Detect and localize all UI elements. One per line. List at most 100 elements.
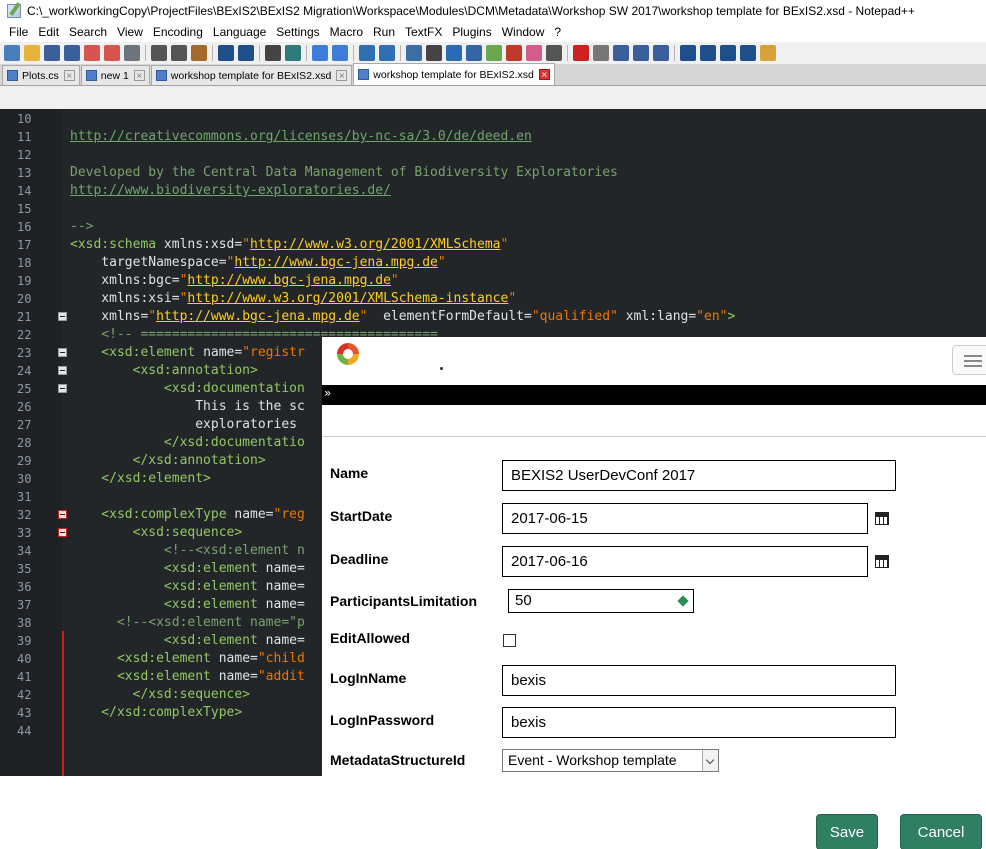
- tab-2[interactable]: workshop template for BExIS2.xsd ×: [150, 65, 353, 85]
- close-icon[interactable]: ×: [336, 70, 348, 81]
- code-line[interactable]: 10: [0, 110, 986, 128]
- code-token: name=: [265, 561, 305, 576]
- tab-0[interactable]: Plots.cs ×: [2, 65, 80, 85]
- hamburger-menu-button[interactable]: [952, 345, 986, 375]
- fold-toggle-icon[interactable]: [58, 384, 67, 393]
- code-line[interactable]: 21 xmlns="http://www.bgc-jena.mpg.de" el…: [0, 308, 986, 326]
- find-icon[interactable]: [265, 45, 281, 61]
- menu-item-macro[interactable]: Macro: [325, 25, 368, 39]
- close-icon[interactable]: [84, 45, 100, 61]
- chevron-down-icon[interactable]: [702, 750, 718, 771]
- folder-icon[interactable]: [526, 45, 542, 61]
- menu-item-file[interactable]: File: [4, 25, 33, 39]
- close-all-icon[interactable]: [104, 45, 120, 61]
- last-icon[interactable]: [740, 45, 756, 61]
- calendar-icon[interactable]: [875, 554, 889, 568]
- close-icon[interactable]: ×: [133, 70, 145, 81]
- save-macro-icon[interactable]: [653, 45, 669, 61]
- doc-map-icon[interactable]: [486, 45, 502, 61]
- code-line[interactable]: 16 -->: [0, 218, 986, 236]
- name-input[interactable]: BEXIS2 UserDevConf 2017: [502, 460, 896, 491]
- fold-toggle-icon[interactable]: [58, 510, 67, 519]
- code-token: name=: [265, 597, 305, 612]
- code-token: </xsd:sequence>: [70, 687, 251, 702]
- line-number: 38: [17, 616, 32, 630]
- down-icon[interactable]: [720, 45, 736, 61]
- code-line[interactable]: 13 Developed by the Central Data Manageme…: [0, 164, 986, 182]
- cancel-button[interactable]: Cancel: [900, 814, 982, 849]
- menu-item-language[interactable]: Language: [208, 25, 271, 39]
- menu-item-help[interactable]: ?: [549, 25, 566, 39]
- undo-icon[interactable]: [218, 45, 234, 61]
- paste-icon[interactable]: [191, 45, 207, 61]
- redo-icon[interactable]: [238, 45, 254, 61]
- tab-1[interactable]: new 1 ×: [80, 65, 150, 85]
- sync-v-icon[interactable]: [359, 45, 375, 61]
- code-token: xmlns:xsd=: [163, 237, 243, 252]
- spinner-arrows-icon[interactable]: [677, 595, 689, 607]
- new-file-icon[interactable]: [4, 45, 20, 61]
- fold-toggle-icon[interactable]: [58, 348, 67, 357]
- start-date-input[interactable]: 2017-06-15: [502, 503, 868, 534]
- menu-item-plugins[interactable]: Plugins: [447, 25, 496, 39]
- indent-guide-icon[interactable]: [446, 45, 462, 61]
- print-icon[interactable]: [124, 45, 140, 61]
- tab-3[interactable]: workshop template for BExIS2.xsd ×: [353, 63, 555, 85]
- cut-icon[interactable]: [151, 45, 167, 61]
- login-name-input[interactable]: bexis: [502, 665, 896, 696]
- code-line[interactable]: 20 xmlns:xsi= "http://www.w3.org/2001/XML…: [0, 290, 986, 308]
- first-icon[interactable]: [680, 45, 696, 61]
- menu-item-settings[interactable]: Settings: [271, 25, 324, 39]
- play-macro-icon[interactable]: [613, 45, 629, 61]
- code-line[interactable]: 12: [0, 146, 986, 164]
- stop-macro-icon[interactable]: [593, 45, 609, 61]
- fold-toggle-icon[interactable]: [58, 312, 67, 321]
- menu-item-textfx[interactable]: TextFX: [400, 25, 447, 39]
- close-icon[interactable]: ×: [538, 69, 550, 80]
- monitor-icon[interactable]: [546, 45, 562, 61]
- sync-h-icon[interactable]: [379, 45, 395, 61]
- deadline-input[interactable]: 2017-06-16: [502, 546, 868, 577]
- save-icon[interactable]: [44, 45, 60, 61]
- code-line[interactable]: 15: [0, 200, 986, 218]
- zoom-in-icon[interactable]: [312, 45, 328, 61]
- record-macro-icon[interactable]: [573, 45, 589, 61]
- save-all-icon[interactable]: [64, 45, 80, 61]
- word-wrap-icon[interactable]: [406, 45, 422, 61]
- up-icon[interactable]: [700, 45, 716, 61]
- menu-item-encoding[interactable]: Encoding: [148, 25, 208, 39]
- code-line[interactable]: 14 http://www.biodiversity-exploratories.…: [0, 182, 986, 200]
- chevron-down-icon[interactable]: »: [324, 385, 331, 401]
- replace-icon[interactable]: [285, 45, 301, 61]
- code-line[interactable]: 17 <xsd:schema xmlns:xsd="http://www.w3.o…: [0, 236, 986, 254]
- login-password-input[interactable]: bexis: [502, 707, 896, 738]
- calendar-icon[interactable]: [875, 511, 889, 525]
- metadata-structure-select[interactable]: Event - Workshop template: [502, 749, 719, 772]
- function-list-icon[interactable]: [506, 45, 522, 61]
- title-bar[interactable]: C:\_work\workingCopy\ProjectFiles\BExIS2…: [0, 0, 986, 22]
- code-line[interactable]: 19 xmlns:bgc= "http://www.bgc-jena.mpg.de…: [0, 272, 986, 290]
- save-button[interactable]: Save: [816, 814, 878, 849]
- open-file-icon[interactable]: [24, 45, 40, 61]
- show-all-chars-icon[interactable]: [426, 45, 442, 61]
- fold-toggle-icon[interactable]: [58, 528, 67, 537]
- copy-icon[interactable]: [171, 45, 187, 61]
- participants-limitation-stepper[interactable]: 50: [508, 589, 694, 613]
- zoom-out-icon[interactable]: [332, 45, 348, 61]
- menu-item-run[interactable]: Run: [368, 25, 400, 39]
- close-icon[interactable]: ×: [63, 70, 75, 81]
- compare-icon[interactable]: [760, 45, 776, 61]
- code-token: name=: [265, 633, 305, 648]
- code-line[interactable]: 18 targetNamespace= "http://www.bgc-jena.…: [0, 254, 986, 272]
- code-token: "child: [257, 651, 305, 666]
- fold-toggle-icon[interactable]: [58, 366, 67, 375]
- menu-item-view[interactable]: View: [112, 25, 148, 39]
- menu-item-window[interactable]: Window: [497, 25, 550, 39]
- code-line[interactable]: 11 http://creativecommons.org/licenses/by…: [0, 128, 986, 146]
- menu-item-edit[interactable]: Edit: [33, 25, 64, 39]
- run-multiple-icon[interactable]: [633, 45, 649, 61]
- bexis-logo-icon[interactable]: [337, 343, 359, 365]
- edit-allowed-checkbox[interactable]: [503, 634, 516, 647]
- lang-icon[interactable]: [466, 45, 482, 61]
- menu-item-search[interactable]: Search: [64, 25, 112, 39]
